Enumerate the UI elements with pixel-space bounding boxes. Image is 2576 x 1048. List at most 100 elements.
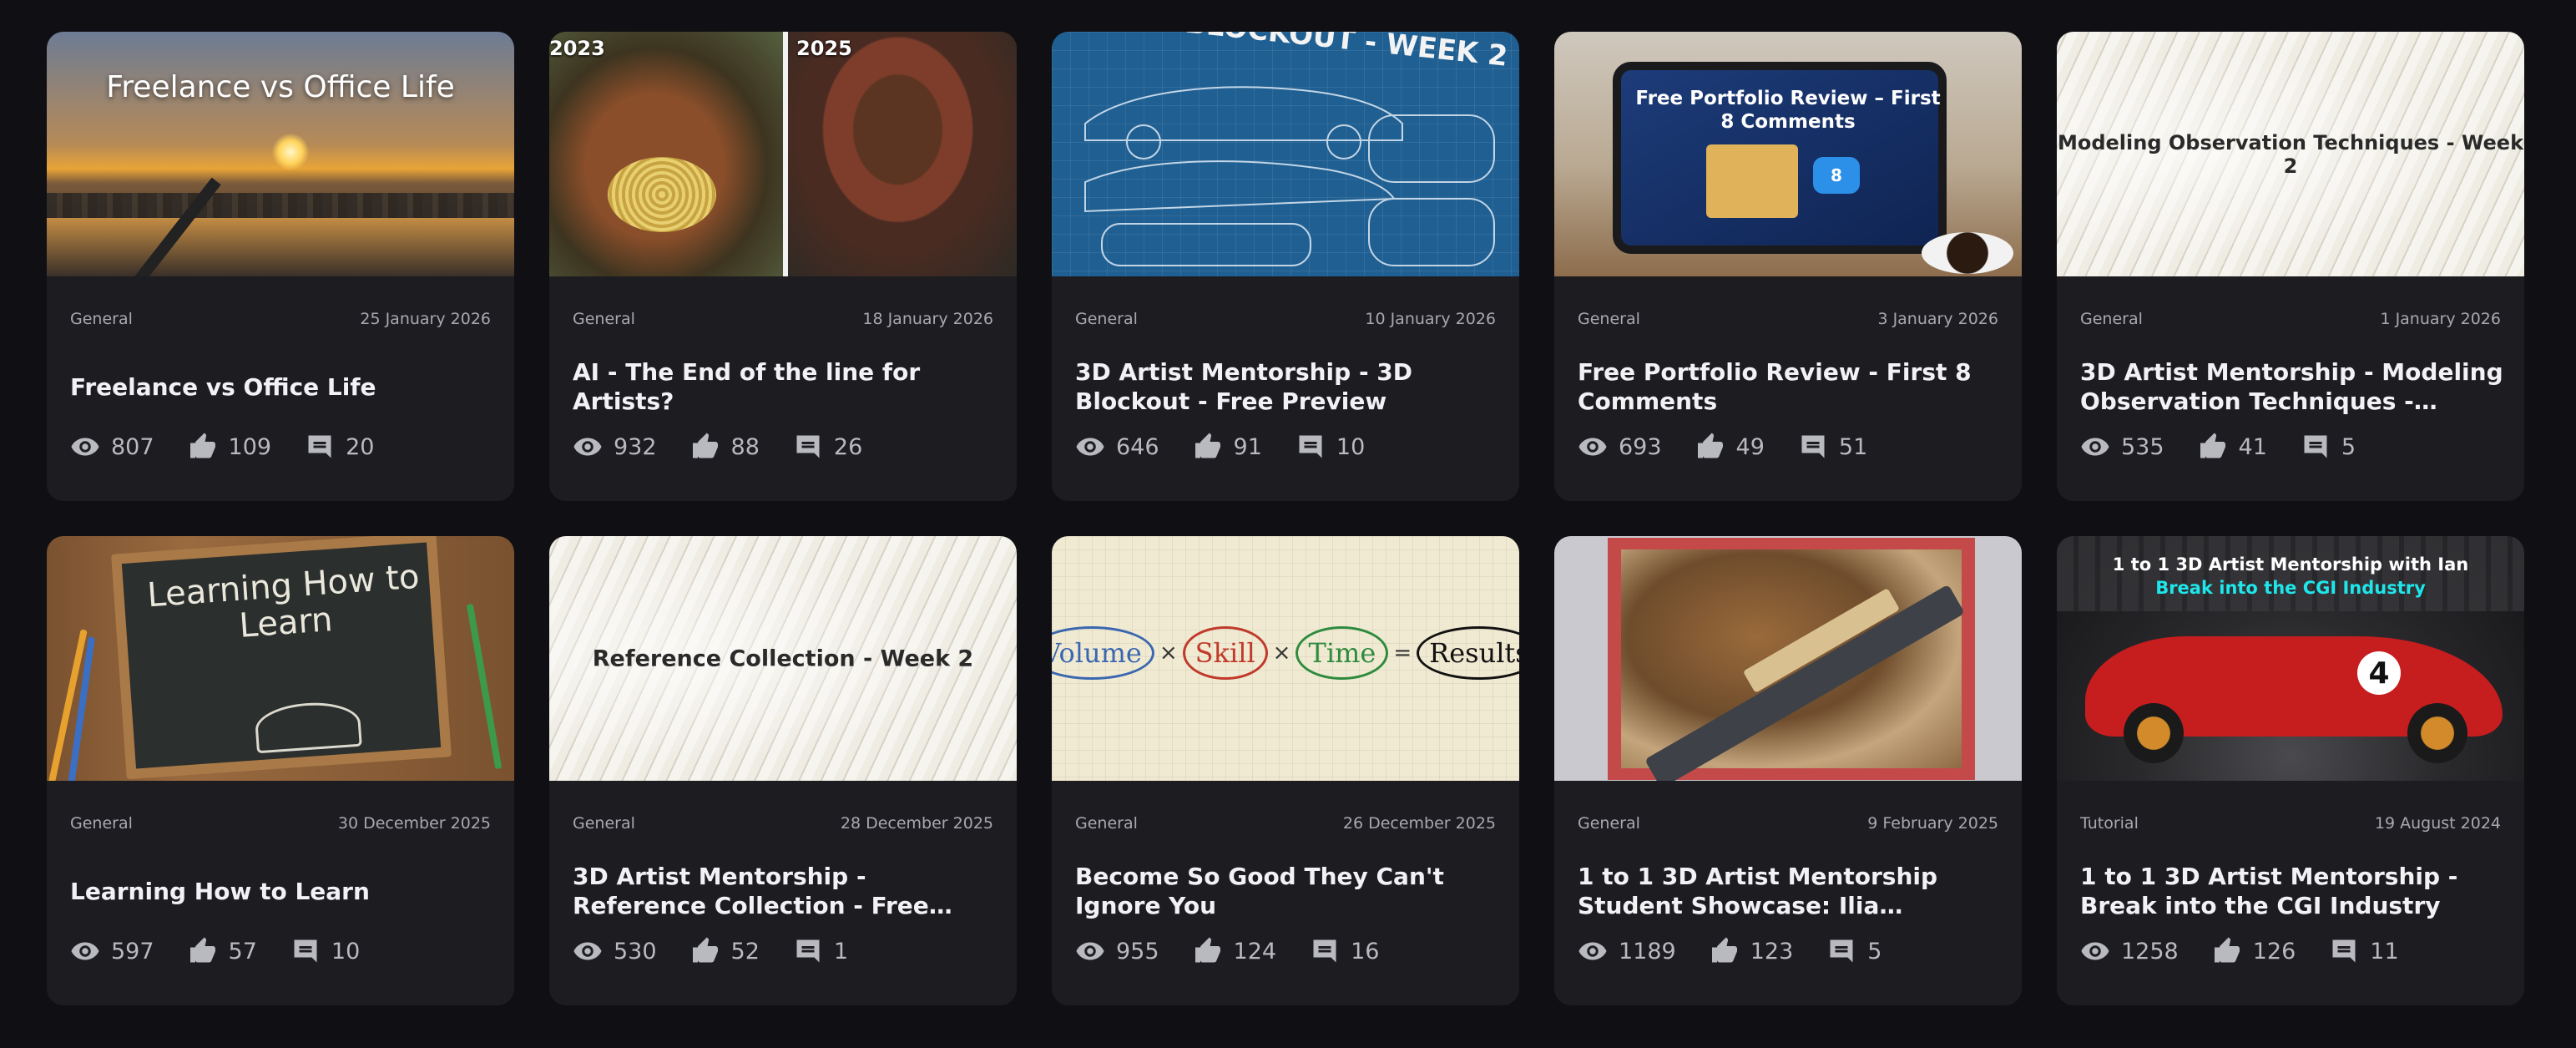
post-category[interactable]: General [70, 310, 133, 328]
likes-stat[interactable]: 41 [2198, 432, 2267, 462]
likes-stat[interactable]: 91 [1193, 432, 1262, 462]
post-card[interactable]: General 9 February 2025 1 to 1 3D Artist… [1554, 536, 2022, 1005]
comment-icon[interactable] [793, 936, 823, 966]
post-card[interactable]: Freelance vs Office Life General 25 Janu… [47, 32, 514, 501]
comment-icon[interactable] [1826, 936, 1856, 966]
likes-stat[interactable]: 123 [1710, 936, 1793, 966]
likes-count: 52 [730, 938, 760, 964]
post-thumbnail[interactable]: Freelance vs Office Life [47, 32, 514, 276]
post-thumbnail[interactable]: Reference Collection - Week 2 [549, 536, 1017, 781]
post-card[interactable]: Volume × Skill × Time = Results General … [1052, 536, 1519, 1005]
post-title[interactable]: 3D Artist Mentorship - 3D Blockout - Fre… [1075, 357, 1499, 417]
post-thumbnail[interactable]: 8 Free Portfolio Review – First 8 Commen… [1554, 32, 2022, 276]
post-title[interactable]: 1 to 1 3D Artist Mentorship Student Show… [1578, 861, 2002, 921]
post-title[interactable]: Become So Good They Can't Ignore You [1075, 861, 1499, 921]
post-thumbnail[interactable]: Volume × Skill × Time = Results [1052, 536, 1519, 781]
likes-count: 57 [228, 938, 257, 964]
post-title-text[interactable]: 3D Artist Mentorship - Reference Collect… [573, 862, 997, 920]
post-title[interactable]: 3D Artist Mentorship - Reference Collect… [573, 861, 997, 921]
post-thumbnail[interactable]: 4 1 to 1 3D Artist Mentorship with Ian B… [2057, 536, 2524, 781]
likes-stat[interactable]: 49 [1695, 432, 1765, 462]
comments-stat[interactable]: 16 [1310, 936, 1379, 966]
thumbs-up-icon[interactable] [2212, 936, 2242, 966]
thumbs-up-icon[interactable] [188, 432, 218, 462]
comment-icon[interactable] [2301, 432, 2331, 462]
comment-icon[interactable] [305, 432, 335, 462]
thumbs-up-icon[interactable] [188, 936, 218, 966]
post-title[interactable]: Freelance vs Office Life [70, 357, 494, 417]
thumbs-up-icon[interactable] [690, 432, 720, 462]
likes-stat[interactable]: 57 [188, 936, 257, 966]
post-stats: 955 124 16 [1075, 936, 1412, 966]
post-title-text[interactable]: Become So Good They Can't Ignore You [1075, 862, 1499, 920]
post-category[interactable]: General [1578, 814, 1640, 833]
views-count: 535 [2121, 433, 2164, 460]
post-title[interactable]: Free Portfolio Review - First 8 Comments [1578, 357, 2002, 417]
comments-stat[interactable]: 26 [793, 432, 862, 462]
views-count: 693 [1619, 433, 1662, 460]
post-title[interactable]: 3D Artist Mentorship - Modeling Observat… [2080, 357, 2504, 417]
comment-icon[interactable] [1310, 936, 1340, 966]
comments-stat[interactable]: 1 [793, 936, 848, 966]
post-title-text[interactable]: 1 to 1 3D Artist Mentorship - Break into… [2080, 862, 2504, 920]
post-category[interactable]: General [2080, 310, 2143, 328]
post-thumbnail[interactable]: 2023 2025 [549, 32, 1017, 276]
thumbs-up-icon[interactable] [1193, 432, 1223, 462]
post-category[interactable]: General [1075, 814, 1138, 833]
post-title-text[interactable]: Free Portfolio Review - First 8 Comments [1578, 357, 2002, 416]
post-card[interactable]: 3D BLOCKOUT - WEEK 2 General 10 January … [1052, 32, 1519, 501]
likes-stat[interactable]: 109 [188, 432, 271, 462]
post-title-text[interactable]: Freelance vs Office Life [70, 372, 376, 402]
post-title-text[interactable]: 3D Artist Mentorship - 3D Blockout - Fre… [1075, 357, 1499, 416]
post-category[interactable]: General [573, 814, 635, 833]
likes-stat[interactable]: 88 [690, 432, 760, 462]
comment-icon[interactable] [2329, 936, 2359, 966]
comment-icon[interactable] [793, 432, 823, 462]
comment-icon[interactable] [290, 936, 321, 966]
post-category[interactable]: General [1578, 310, 1640, 328]
comments-stat[interactable]: 10 [1296, 432, 1365, 462]
post-category[interactable]: General [1075, 310, 1138, 328]
thumbs-up-icon[interactable] [1193, 936, 1223, 966]
comments-stat[interactable]: 10 [290, 936, 360, 966]
post-title[interactable]: 1 to 1 3D Artist Mentorship - Break into… [2080, 861, 2504, 921]
comments-stat[interactable]: 51 [1798, 432, 1867, 462]
comments-stat[interactable]: 11 [2329, 936, 2399, 966]
post-body: General 26 December 2025 Become So Good … [1052, 781, 1519, 1005]
thumbs-up-icon[interactable] [1695, 432, 1725, 462]
comments-stat[interactable]: 20 [305, 432, 374, 462]
thumbs-up-icon[interactable] [2198, 432, 2228, 462]
post-title-text[interactable]: 1 to 1 3D Artist Mentorship Student Show… [1578, 862, 2002, 920]
post-thumbnail[interactable] [1554, 536, 2022, 781]
post-date: 3 January 2026 [1877, 310, 1998, 328]
post-category[interactable]: General [573, 310, 635, 328]
post-category[interactable]: Tutorial [2080, 814, 2139, 833]
post-title-text[interactable]: 3D Artist Mentorship - Modeling Observat… [2080, 357, 2504, 416]
post-thumbnail[interactable]: Learning How to Learn [47, 536, 514, 781]
post-card[interactable]: 4 1 to 1 3D Artist Mentorship with Ian B… [2057, 536, 2524, 1005]
comments-stat[interactable]: 5 [1826, 936, 1881, 966]
post-thumbnail[interactable]: Modeling Observation Techniques - Week 2 [2057, 32, 2524, 276]
post-card[interactable]: Learning How to Learn General 30 Decembe… [47, 536, 514, 1005]
post-title-text[interactable]: Learning How to Learn [70, 877, 370, 906]
comments-count: 26 [833, 433, 863, 460]
comments-stat[interactable]: 5 [2301, 432, 2356, 462]
views-count: 597 [111, 938, 154, 964]
post-title[interactable]: Learning How to Learn [70, 861, 494, 921]
post-card[interactable]: 8 Free Portfolio Review – First 8 Commen… [1554, 32, 2022, 501]
thumbnail-title: Modeling Observation Techniques - Week 2 [2057, 130, 2524, 178]
comment-icon[interactable] [1798, 432, 1828, 462]
post-thumbnail[interactable]: 3D BLOCKOUT - WEEK 2 [1052, 32, 1519, 276]
post-card[interactable]: 2023 2025 General 18 January 2026 AI - T… [549, 32, 1017, 501]
post-category[interactable]: General [70, 814, 133, 833]
thumbs-up-icon[interactable] [1710, 936, 1740, 966]
thumbs-up-icon[interactable] [690, 936, 720, 966]
post-title-text[interactable]: AI - The End of the line for Artists? [573, 357, 997, 416]
likes-stat[interactable]: 126 [2212, 936, 2296, 966]
post-title[interactable]: AI - The End of the line for Artists? [573, 357, 997, 417]
likes-stat[interactable]: 124 [1193, 936, 1276, 966]
post-card[interactable]: Modeling Observation Techniques - Week 2… [2057, 32, 2524, 501]
likes-stat[interactable]: 52 [690, 936, 760, 966]
comment-icon[interactable] [1296, 432, 1326, 462]
post-card[interactable]: Reference Collection - Week 2 General 28… [549, 536, 1017, 1005]
